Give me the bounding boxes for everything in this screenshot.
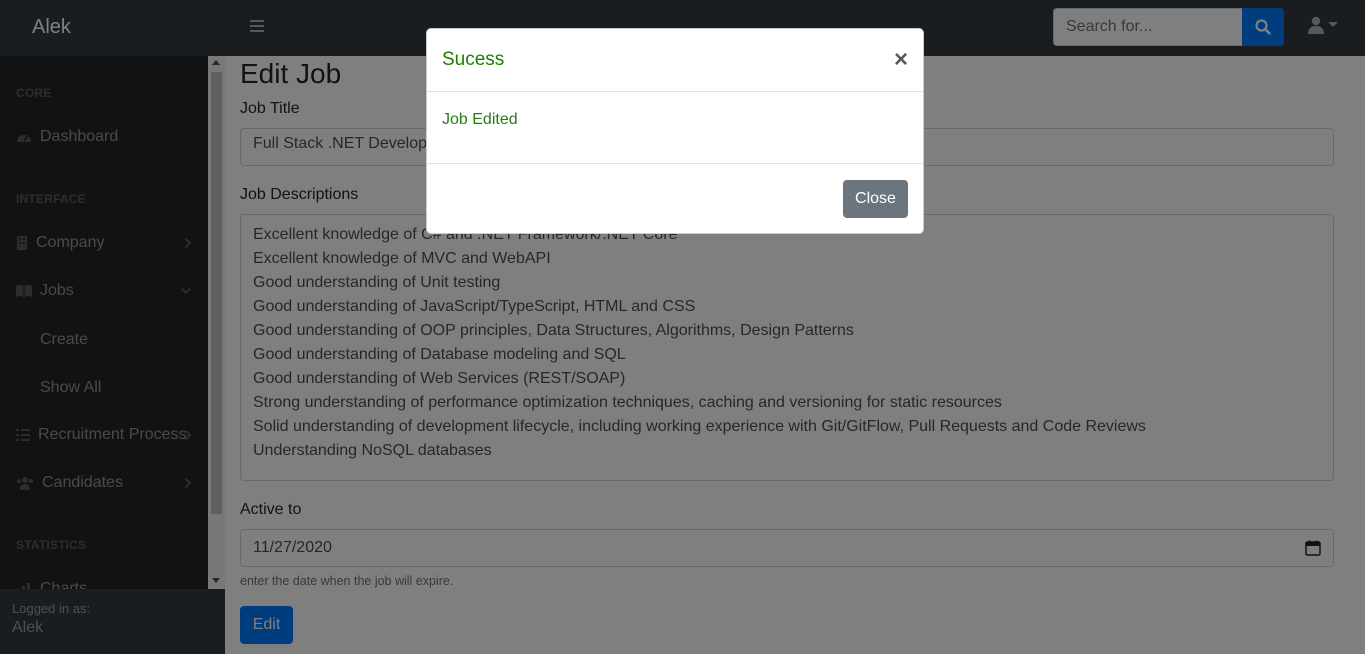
modal-close-icon[interactable]: × <box>894 48 908 72</box>
success-modal: Sucess × Job Edited Close <box>426 28 924 234</box>
modal-close-button[interactable]: Close <box>843 180 908 218</box>
modal-title: Sucess <box>442 49 505 70</box>
modal-header: Sucess × <box>427 29 923 92</box>
modal-body: Job Edited <box>427 92 923 164</box>
modal-footer: Close <box>427 164 923 234</box>
modal-message: Job Edited <box>442 111 518 128</box>
